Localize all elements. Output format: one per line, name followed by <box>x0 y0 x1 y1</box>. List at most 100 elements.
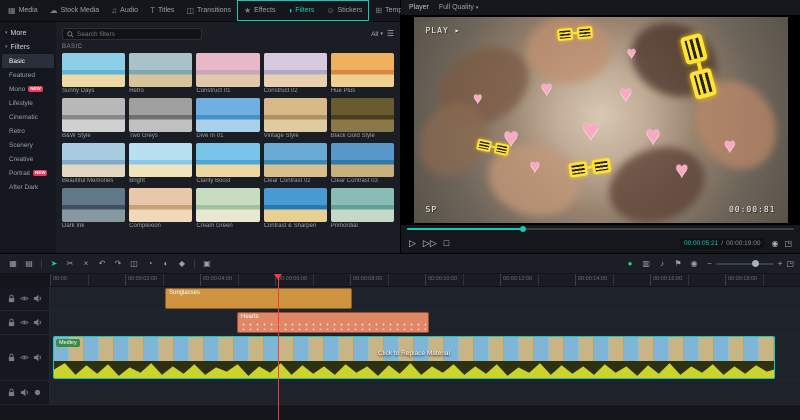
fullscreen-icon[interactable]: ◳ <box>784 239 792 248</box>
eye-icon[interactable] <box>20 353 29 362</box>
filter-hue-plus[interactable]: Hue Plus <box>330 53 394 94</box>
view-options-icon[interactable]: ☰ <box>387 30 394 38</box>
sidebar-item-cinematic[interactable]: Cinematic <box>0 110 56 124</box>
split-tool-icon[interactable]: ✂ <box>63 257 77 271</box>
play-button[interactable]: ▷ <box>409 238 416 248</box>
filter-name: Bright <box>129 178 145 184</box>
lock-icon[interactable] <box>7 318 16 327</box>
filter-retro[interactable]: Retro <box>129 53 193 94</box>
clip-sunglasses[interactable]: Sunglasses <box>165 288 352 309</box>
clip-main-video[interactable]: Medley Click to Replace Material <box>53 336 775 379</box>
lock-icon[interactable] <box>7 353 16 362</box>
lens-right <box>493 141 510 156</box>
sidebar-header-filters[interactable]: ▾ Filters <box>0 40 56 54</box>
mixer-icon[interactable]: ▥ <box>639 257 653 271</box>
filter-dive-in-01[interactable]: Dive In 01 <box>196 98 260 139</box>
pointer-tool-icon[interactable]: ➤ <box>47 257 61 271</box>
seek-bar[interactable] <box>401 225 800 233</box>
redo-icon[interactable]: ↷ <box>111 257 125 271</box>
mute-icon[interactable] <box>20 388 29 397</box>
zoom-slider-knob[interactable] <box>752 260 760 267</box>
snapshot-icon[interactable]: ◉ <box>687 257 701 271</box>
filter-complexion[interactable]: Complexion <box>129 188 193 229</box>
mute-icon[interactable] <box>33 294 42 303</box>
tab-titles[interactable]: T Titles <box>144 0 180 21</box>
filter-two-greys[interactable]: Two Greys <box>129 98 193 139</box>
lane-audio-1[interactable] <box>50 381 800 404</box>
sidebar-header-more[interactable]: ▾ More <box>0 26 56 40</box>
filter-black-gold-style[interactable]: Black Gold Style <box>330 98 394 139</box>
filter-sunny-days[interactable]: Sunny Days <box>62 53 126 94</box>
seek-knob[interactable] <box>520 226 527 232</box>
lane-video-3[interactable]: Sunglasses <box>50 287 800 310</box>
clip-hearts[interactable]: Hearts <box>237 312 429 333</box>
filter-all-dropdown[interactable]: All ▾ <box>371 31 383 38</box>
tab-filters[interactable]: ◑ Filters <box>281 0 321 21</box>
keyframe-tool-icon[interactable]: ◆ <box>175 257 189 271</box>
tab-transitions[interactable]: ◫ Transitions <box>180 0 237 21</box>
filter-construct-01[interactable]: Construct 01 <box>196 53 260 94</box>
playhead[interactable] <box>274 274 282 420</box>
mask-tool-icon[interactable]: ▣ <box>200 257 214 271</box>
tab-stock-media[interactable]: ☁ Stock Media <box>44 0 106 21</box>
sidebar-item-portrait[interactable]: Portrait NEW <box>0 166 56 180</box>
color-tool-icon[interactable]: ◐ <box>159 257 173 271</box>
snapshot-icon[interactable]: ◉ <box>771 239 778 248</box>
sidebar-item-scenery[interactable]: Scenery <box>0 138 56 152</box>
lock-icon[interactable] <box>7 388 16 397</box>
tab-effects[interactable]: ★ Effects <box>236 0 282 21</box>
stop-button[interactable]: □ <box>444 238 449 248</box>
tab-media[interactable]: ▦ Media <box>2 0 44 21</box>
filter-grid: Sunny Days Retro Construct 01 Construct … <box>62 53 394 229</box>
filter-primordial[interactable]: Primordial <box>330 188 394 229</box>
mute-icon[interactable] <box>33 353 42 362</box>
sidebar-item-retro[interactable]: Retro <box>0 124 56 138</box>
filter-clear-contrast-02[interactable]: Clear Contrast 02 <box>263 143 327 184</box>
filter-bright[interactable]: Bright <box>129 143 193 184</box>
speed-tool-icon[interactable]: ◔ <box>143 257 157 271</box>
mute-icon[interactable] <box>33 318 42 327</box>
eye-icon[interactable] <box>20 294 29 303</box>
filter-clarity-boost[interactable]: Clarity Boost <box>196 143 260 184</box>
sidebar-item-featured[interactable]: Featured <box>0 68 56 82</box>
filter-construct-02[interactable]: Construct 02 <box>263 53 327 94</box>
record-icon[interactable]: ● <box>623 257 637 271</box>
tab-audio[interactable]: ♫ Audio <box>105 0 144 21</box>
filter-vintage-style[interactable]: Vintage Style <box>263 98 327 139</box>
record-enable-icon[interactable] <box>33 388 42 397</box>
delete-tool-icon[interactable]: × <box>79 257 93 271</box>
lock-icon[interactable] <box>7 294 16 303</box>
sidebar-item-mono[interactable]: Mono NEW <box>0 82 56 96</box>
sidebar-item-creative[interactable]: Creative <box>0 152 56 166</box>
undo-icon[interactable]: ↶ <box>95 257 109 271</box>
filter-contrast-sharpen[interactable]: Contrast & Sharpen <box>263 188 327 229</box>
quality-dropdown[interactable]: Full Quality ▾ <box>439 4 479 11</box>
seek-track[interactable] <box>407 226 794 232</box>
filter-clear-contrast-03[interactable]: Clear Contrast 03 <box>330 143 394 184</box>
marker-icon[interactable]: ⚑ <box>671 257 685 271</box>
filter-bw-style[interactable]: B&W Style <box>62 98 126 139</box>
sidebar-item-lifestyle[interactable]: Lifestyle <box>0 96 56 110</box>
tab-stickers[interactable]: ☺ Stickers <box>320 0 370 21</box>
zoom-out-icon[interactable]: − <box>707 259 712 268</box>
search-box[interactable] <box>62 28 202 40</box>
zoom-slider[interactable] <box>715 260 774 267</box>
timeline-ruler[interactable]: 00:00 00:00:02:00 00:00:04:00 00:00:06:00 00… <box>50 274 800 287</box>
voiceover-icon[interactable]: ♪ <box>655 257 669 271</box>
ruler-label: 00:00:14:00 <box>575 274 650 286</box>
crop-tool-icon[interactable]: ◫ <box>127 257 141 271</box>
search-input[interactable] <box>77 30 197 38</box>
filter-cream-green[interactable]: Cream Green <box>196 188 260 229</box>
filter-beautiful-memories[interactable]: Beautiful Memories <box>62 143 126 184</box>
zoom-in-icon[interactable]: + <box>778 259 783 268</box>
eye-icon[interactable] <box>20 318 29 327</box>
lane-video-2[interactable]: Hearts <box>50 311 800 334</box>
media-bin-icon[interactable]: ▦ <box>6 257 20 271</box>
lane-video-1[interactable]: Medley Click to Replace Material <box>50 335 800 380</box>
sidebar-item-basic[interactable]: Basic <box>2 54 54 68</box>
fast-forward-button[interactable]: ▷▷ <box>423 238 437 248</box>
zoom-fit-icon[interactable]: ◳ <box>786 259 794 268</box>
filter-dark-ink[interactable]: Dark Ink <box>62 188 126 229</box>
sidebar-item-after-dark[interactable]: After Dark <box>0 180 56 194</box>
panel-toggle-icon[interactable]: ▤ <box>22 257 36 271</box>
